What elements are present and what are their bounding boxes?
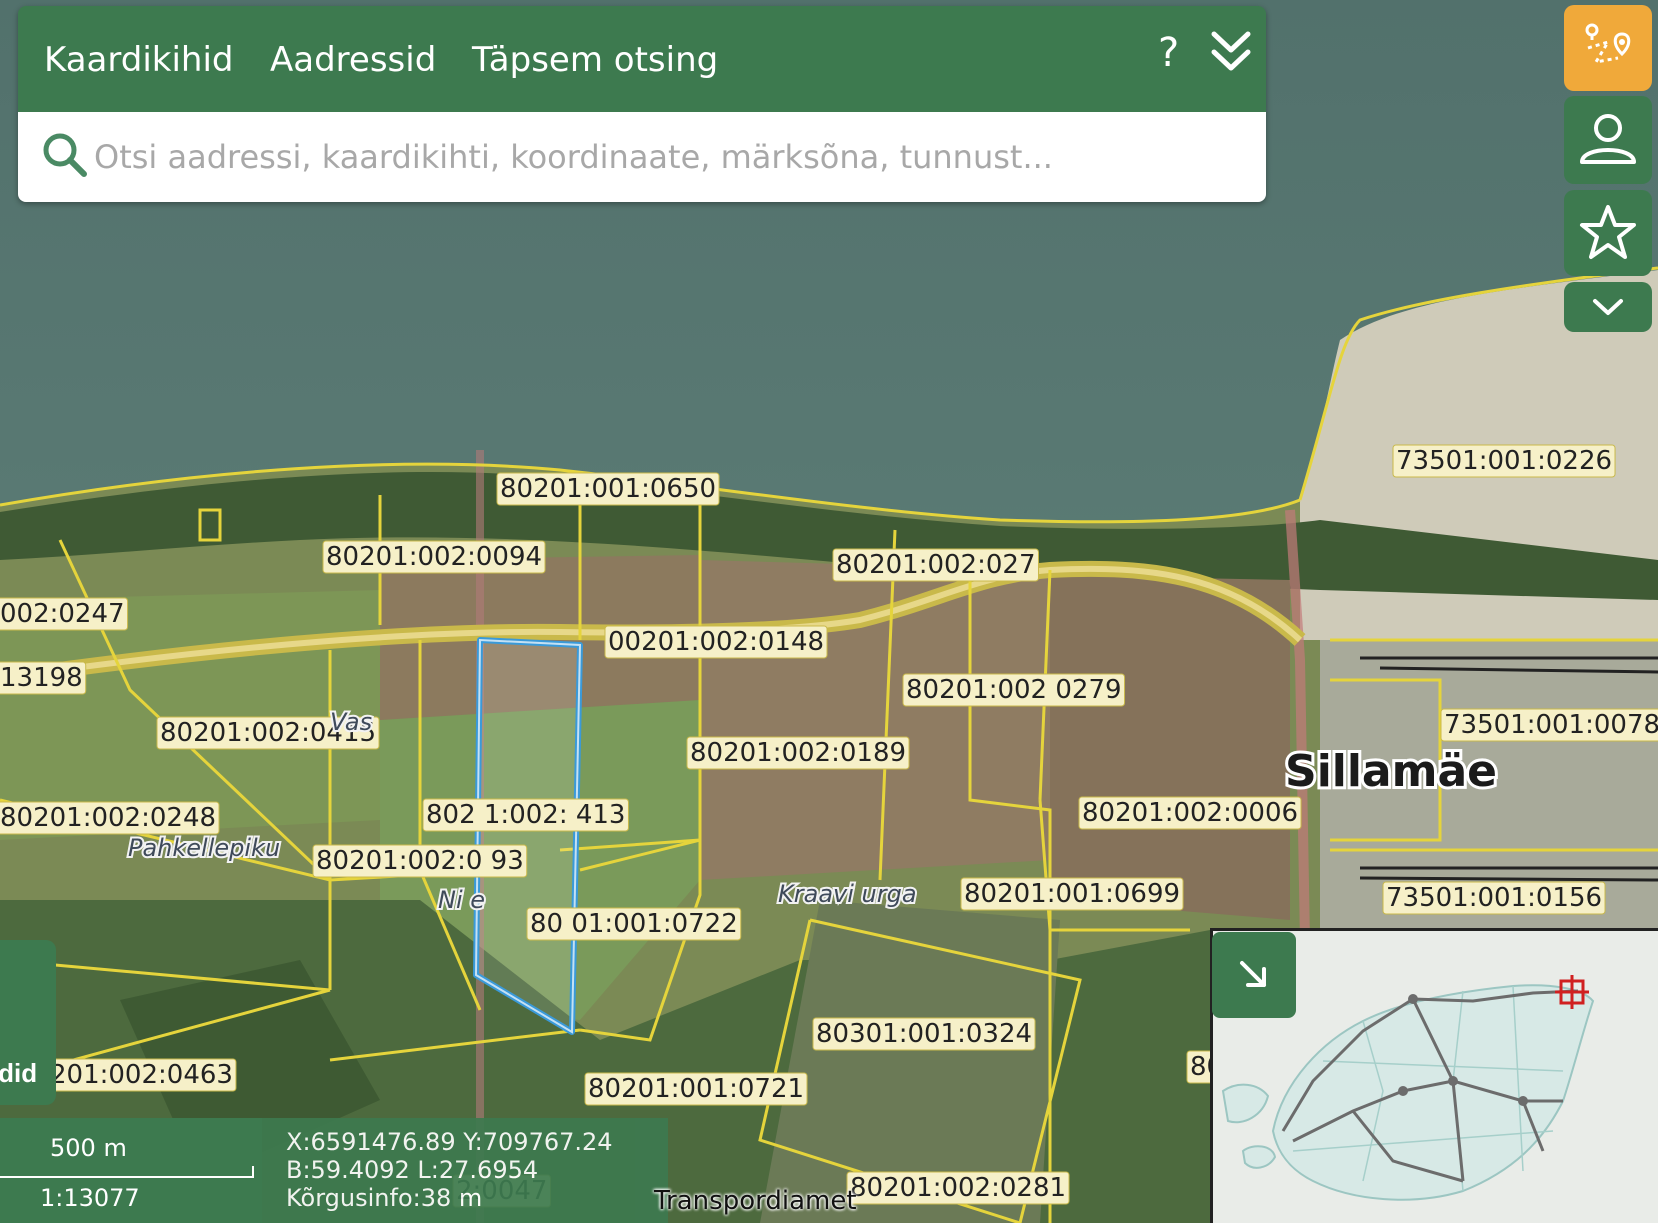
parcel-label[interactable]: 80201:002:027 (836, 550, 1035, 580)
search-input[interactable] (92, 126, 1246, 188)
elevation-info: Kõrgusinfo:38 m (286, 1184, 483, 1212)
parcel-label[interactable]: 73501:001:0226 (1396, 446, 1612, 476)
parcel-label[interactable]: 80201:002:0006 (1082, 798, 1298, 828)
scale-ratio: 1:13077 (40, 1184, 140, 1212)
help-button[interactable]: ? (1158, 30, 1179, 76)
scale-box: 500 m 1:13077 (0, 1118, 262, 1223)
parcel-label[interactable]: 13198 (0, 663, 83, 693)
arrow-down-right-icon (1240, 961, 1266, 987)
selected-parcel-outline (473, 637, 583, 1035)
more-buttons-toggle[interactable] (1564, 282, 1652, 332)
place-label: Pahkellepiku (128, 834, 280, 862)
tab-addresses[interactable]: Aadressid (270, 40, 436, 80)
place-label: Vas (330, 708, 372, 736)
scale-distance: 500 m (50, 1134, 127, 1162)
coordinates-bl: B:59.4092 L:27.6954 (286, 1156, 539, 1184)
parcel-label[interactable]: 80201:001:0650 (500, 474, 716, 504)
search-row (18, 112, 1266, 202)
parcel-label[interactable]: 80201:002:0281 (850, 1173, 1066, 1203)
search-icon (43, 133, 87, 177)
user-icon (1580, 114, 1636, 164)
tab-map-layers[interactable]: Kaardikihid (44, 40, 234, 80)
parcel-label[interactable]: 80201:002 0279 (906, 675, 1122, 705)
double-chevron-down-icon (1211, 31, 1251, 71)
parcel-label[interactable]: 80301:001:0324 (816, 1019, 1032, 1049)
side-panel-tab-label: rdid (0, 1058, 38, 1088)
tab-advanced-search[interactable]: Täpsem otsing (472, 40, 718, 80)
star-icon (1580, 205, 1636, 259)
user-button[interactable] (1564, 96, 1652, 184)
parcel-label[interactable]: 80201:001:0721 (588, 1074, 804, 1104)
parcel-label[interactable]: 80 01:001:0722 (530, 909, 738, 939)
current-location-marker (1555, 975, 1589, 1009)
parcel-label[interactable]: 802 1:002: 413 (426, 800, 625, 830)
parcel-label[interactable]: 00201:002:0148 (608, 627, 824, 657)
scale-bar (0, 1166, 254, 1178)
place-label: Ni e (438, 886, 485, 914)
search-panel: Kaardikihid Aadressid Täpsem otsing ? (18, 6, 1266, 202)
city-label: Sillamäe (1285, 746, 1497, 797)
parcel-label[interactable]: 73501:001:0156 (1386, 883, 1602, 913)
route-button[interactable] (1564, 5, 1652, 91)
map-attribution: Transpordiamet (654, 1186, 857, 1216)
route-icon (1585, 23, 1631, 65)
parcel-label[interactable]: 80201:002:0189 (690, 738, 906, 768)
favorites-button[interactable] (1564, 190, 1652, 276)
parcel-label[interactable]: 002:0247 (0, 599, 125, 629)
parcel-label[interactable]: 80201:002:0248 (0, 803, 216, 833)
parcel-label[interactable]: 73501:001:0078 (1444, 710, 1658, 740)
chevron-down-icon (1593, 299, 1623, 315)
overview-map-toggle-button[interactable] (1212, 932, 1296, 1018)
parcel-label[interactable]: 80201:002:0 93 (316, 846, 524, 876)
parcel-label[interactable]: 80201:001:0699 (964, 879, 1180, 909)
coordinates-xy: X:6591476.89 Y:709767.24 (286, 1128, 613, 1156)
parcel-label[interactable]: 201:002:0463 (50, 1060, 233, 1090)
place-label: Kraavi urga (778, 880, 917, 908)
side-panel-tab[interactable]: rdid (0, 940, 56, 1105)
parcel-label[interactable]: 80201:002:0094 (326, 542, 542, 572)
nav-bar: Kaardikihid Aadressid Täpsem otsing ? (18, 6, 1266, 112)
collapse-panel-button[interactable] (1208, 28, 1254, 78)
coordinates-box: X:6591476.89 Y:709767.24 B:59.4092 L:27.… (262, 1118, 668, 1223)
